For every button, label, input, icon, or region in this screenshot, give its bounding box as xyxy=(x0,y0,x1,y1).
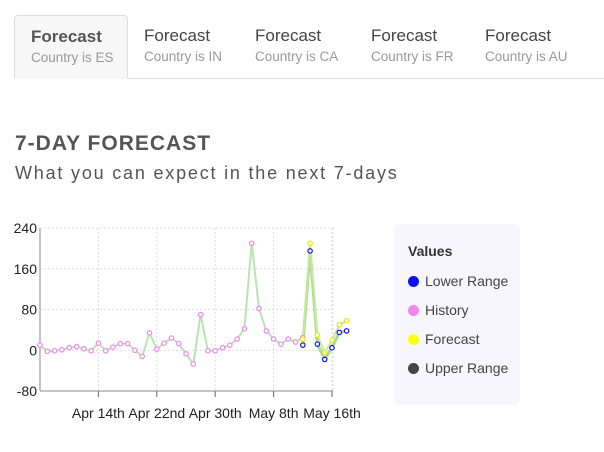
x-tick-label: Apr 30th xyxy=(189,405,242,421)
history-point xyxy=(270,336,277,342)
legend-item-upper-range[interactable]: Upper Range xyxy=(408,360,508,376)
lower-range-point xyxy=(321,356,328,363)
lower-range-point xyxy=(329,344,335,351)
history-point xyxy=(110,344,116,350)
history-point xyxy=(146,330,153,336)
y-tick-label: 80 xyxy=(21,302,37,318)
lower-range-point xyxy=(299,342,306,348)
history-point xyxy=(51,347,58,354)
tab-forecast-au[interactable]: Forecast Country is AU xyxy=(469,15,585,79)
tab-bar: Forecast Country is ES Forecast Country … xyxy=(14,15,604,79)
page-title: 7-DAY FORECAST xyxy=(15,132,212,155)
history-point xyxy=(81,345,87,352)
legend-label: Lower Range xyxy=(425,273,509,289)
history-point xyxy=(263,328,270,334)
history-point xyxy=(161,340,167,346)
forecast-point xyxy=(336,321,343,328)
forecast-line xyxy=(301,243,348,356)
history-point xyxy=(248,240,255,247)
history-point xyxy=(205,347,211,354)
lower-range-point xyxy=(314,341,321,347)
history-point xyxy=(256,305,262,312)
tab-title: Forecast xyxy=(371,26,438,45)
legend-swatch xyxy=(408,305,419,316)
forecast-chart: 240 160 80 0 -80 Apr 14th Apr 22nd Apr 30th May … xyxy=(14,220,361,421)
tab-title: Forecast xyxy=(485,26,552,45)
forecast-point xyxy=(329,337,335,343)
x-tick-label: May 16th xyxy=(303,405,361,421)
history-point xyxy=(168,335,175,341)
tab-subtitle: Country is FR xyxy=(371,49,454,64)
history-point xyxy=(241,326,248,332)
history-point xyxy=(190,361,197,367)
legend-label: Forecast xyxy=(425,331,480,347)
history-point xyxy=(154,346,160,353)
lower-range-point xyxy=(307,248,313,254)
history-point xyxy=(132,347,138,354)
tab-title: Forecast xyxy=(144,26,211,45)
x-tick-label: Apr 14th xyxy=(72,405,125,421)
forecast-point xyxy=(307,240,313,247)
tab-subtitle: Country is CA xyxy=(255,49,339,64)
lower-range-line xyxy=(301,250,347,363)
history-point xyxy=(219,344,226,351)
x-tick-label: Apr 22nd xyxy=(128,405,185,421)
legend-item-history[interactable]: History xyxy=(408,302,469,318)
history-point xyxy=(124,340,131,347)
legend-swatch xyxy=(408,276,419,287)
tab-title: Forecast xyxy=(31,27,102,46)
tab-subtitle: Country is IN xyxy=(144,49,223,64)
history-point xyxy=(37,342,43,348)
legend-title: Values xyxy=(408,243,453,259)
forecast-point xyxy=(343,317,350,324)
history-point xyxy=(44,348,51,355)
history-point xyxy=(183,351,189,357)
history-point xyxy=(117,340,124,347)
y-tick-label: 160 xyxy=(14,261,38,277)
chart-legend: Values Lower Range History Forecast Uppe… xyxy=(394,224,520,405)
legend-label: Upper Range xyxy=(425,360,509,376)
history-point xyxy=(95,340,102,346)
page-subtitle: What you can expect in the next 7-days xyxy=(15,163,399,183)
y-tick-label: 0 xyxy=(29,342,37,358)
history-point xyxy=(88,347,94,354)
history-point xyxy=(278,341,284,347)
history-point xyxy=(227,342,233,348)
legend-swatch xyxy=(408,334,419,345)
y-tick-label: -80 xyxy=(17,383,37,399)
history-point xyxy=(212,347,219,354)
history-point xyxy=(102,347,109,354)
forecast-point xyxy=(314,332,321,338)
forecast-point xyxy=(299,336,306,342)
tab-forecast-fr[interactable]: Forecast Country is FR xyxy=(355,15,469,79)
history-point xyxy=(59,346,65,353)
history-line xyxy=(39,243,304,367)
legend-label: History xyxy=(425,302,469,318)
tab-title: Forecast xyxy=(255,26,322,45)
legend-item-lower-range[interactable]: Lower Range xyxy=(408,273,508,289)
lower-range-point xyxy=(336,329,343,336)
legend-item-forecast[interactable]: Forecast xyxy=(408,331,479,347)
history-point xyxy=(73,343,80,350)
history-point xyxy=(292,339,299,345)
tab-forecast-ca[interactable]: Forecast Country is CA xyxy=(239,15,355,79)
history-point xyxy=(234,336,240,342)
tab-forecast-in[interactable]: Forecast Country is IN xyxy=(128,15,240,79)
tab-subtitle: Country is AU xyxy=(485,49,568,64)
lower-range-point xyxy=(343,328,350,334)
y-tick-label: 240 xyxy=(14,220,38,236)
tab-forecast-es[interactable]: Forecast Country is ES xyxy=(14,15,128,79)
tab-subtitle: Country is ES xyxy=(31,50,114,65)
history-point xyxy=(139,353,146,360)
history-point xyxy=(285,336,292,342)
forecast-point xyxy=(321,349,328,356)
legend-swatch xyxy=(408,363,419,374)
x-tick-label: May 8th xyxy=(249,405,299,421)
history-point xyxy=(66,344,73,351)
history-point xyxy=(175,340,182,347)
history-point xyxy=(197,311,204,318)
